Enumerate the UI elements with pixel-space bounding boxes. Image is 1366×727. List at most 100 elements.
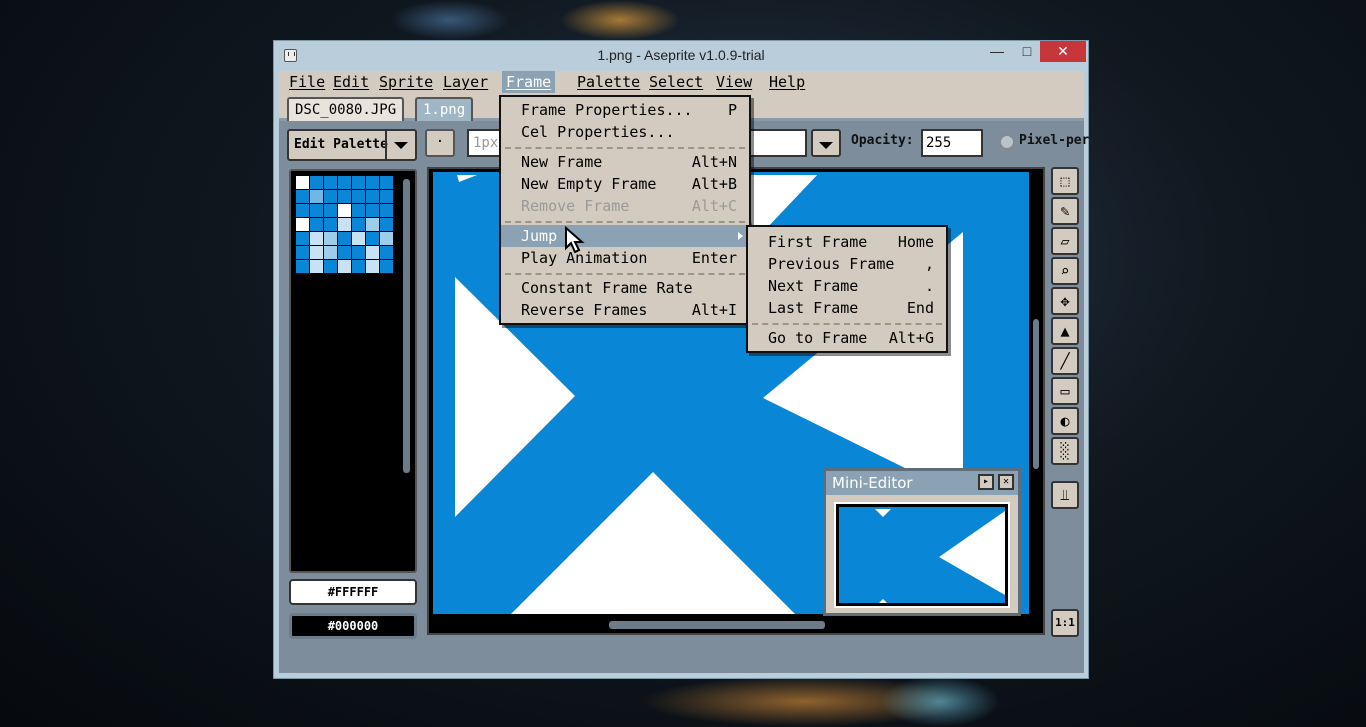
palette-swatch[interactable] [380, 176, 393, 189]
menu-sprite[interactable]: Sprite [375, 71, 437, 93]
palette-swatch[interactable] [366, 190, 379, 203]
pencil-tool-icon[interactable]: ✎ [1051, 197, 1079, 225]
menu-layer[interactable]: Layer [439, 71, 492, 93]
rectangle-tool-icon[interactable]: ▭ [1051, 377, 1079, 405]
palette-swatch[interactable] [338, 232, 351, 245]
edit-palette-button[interactable]: Edit Palette [287, 129, 417, 161]
palette-swatch[interactable] [338, 260, 351, 273]
pixel-perfect-checkbox[interactable] [999, 134, 1015, 150]
palette-scrollbar[interactable] [403, 179, 410, 473]
palette-swatch[interactable] [380, 218, 393, 231]
maximize-button[interactable]: □ [1014, 41, 1040, 62]
palette-swatch[interactable] [310, 204, 323, 217]
palette-swatch[interactable] [310, 232, 323, 245]
menu-item-go-to-frame[interactable]: Go to Frame Alt+G [748, 327, 946, 349]
title-bar[interactable]: 1.png - Aseprite v1.0.9-trial — □ ✕ [274, 41, 1088, 71]
menu-item-next-frame[interactable]: Next Frame . [748, 275, 946, 297]
menu-help[interactable]: Help [765, 71, 809, 93]
menu-select[interactable]: Select [645, 71, 707, 93]
menu-item-last-frame[interactable]: Last Frame End [748, 297, 946, 319]
menu-item-first-frame[interactable]: First Frame Home [748, 231, 946, 253]
palette-swatch[interactable] [380, 260, 393, 273]
palette-swatch[interactable] [324, 204, 337, 217]
mini-editor-preview[interactable] [834, 502, 1010, 608]
palette-swatch[interactable] [324, 218, 337, 231]
minimize-button[interactable]: — [980, 41, 1014, 62]
brush-dropdown-button[interactable] [811, 129, 841, 157]
palette-swatch[interactable] [366, 246, 379, 259]
menu-frame[interactable]: Frame [502, 71, 556, 93]
mini-editor-play-button[interactable]: ▸ [978, 474, 994, 490]
palette-swatch[interactable] [324, 176, 337, 189]
menu-file[interactable]: File [285, 71, 329, 93]
menu-item-constant-frame-rate[interactable]: Constant Frame Rate [501, 277, 749, 299]
palette-swatch[interactable] [296, 176, 309, 189]
palette-swatch[interactable] [352, 218, 365, 231]
brush-type-button[interactable]: · [425, 129, 455, 157]
palette-swatch[interactable] [352, 232, 365, 245]
zoom-reset-button[interactable]: 1:1 [1051, 609, 1079, 637]
palette-swatch[interactable] [296, 246, 309, 259]
palette-swatch[interactable] [296, 190, 309, 203]
palette-swatch[interactable] [352, 190, 365, 203]
spray-tool-icon[interactable]: ░ [1051, 437, 1079, 465]
menu-item-new-frame[interactable]: New Frame Alt+N [501, 151, 749, 173]
palette-swatch[interactable] [338, 246, 351, 259]
palette-swatch[interactable] [310, 218, 323, 231]
ellipse-tool-icon[interactable]: ◐ [1051, 407, 1079, 435]
menu-item-cel-properties[interactable]: Cel Properties... [501, 121, 749, 143]
palette-swatch[interactable] [352, 260, 365, 273]
close-button[interactable]: ✕ [1040, 41, 1086, 62]
mini-editor-close-button[interactable]: ✕ [998, 474, 1014, 490]
palette-swatch[interactable] [338, 218, 351, 231]
palette-swatch[interactable] [324, 246, 337, 259]
palette-swatch[interactable] [352, 176, 365, 189]
tab-1-png[interactable]: 1.png [415, 97, 474, 121]
palette-swatch[interactable] [366, 176, 379, 189]
palette-swatch[interactable] [310, 260, 323, 273]
menu-item-frame-properties[interactable]: Frame Properties... P [501, 99, 749, 121]
move-tool-icon[interactable]: ✥ [1051, 287, 1079, 315]
palette-swatch[interactable] [310, 246, 323, 259]
palette-swatch[interactable] [380, 246, 393, 259]
palette-swatch[interactable] [296, 218, 309, 231]
menu-item-new-empty-frame[interactable]: New Empty Frame Alt+B [501, 173, 749, 195]
background-color-button[interactable]: #000000 [289, 613, 417, 639]
palette-swatch[interactable] [366, 232, 379, 245]
palette-swatch[interactable] [324, 232, 337, 245]
tool-configuration-icon[interactable]: ⫫ [1051, 481, 1079, 509]
foreground-color-button[interactable]: #FFFFFF [289, 579, 417, 605]
tab-dsc-0080[interactable]: DSC_0080.JPG [287, 97, 405, 121]
menu-view[interactable]: View [712, 71, 756, 93]
menu-item-previous-frame[interactable]: Previous Frame , [748, 253, 946, 275]
palette-swatch[interactable] [310, 190, 323, 203]
palette-swatch[interactable] [380, 204, 393, 217]
marquee-tool-icon[interactable]: ⬚ [1051, 167, 1079, 195]
palette-swatch[interactable] [380, 232, 393, 245]
palette-swatch[interactable] [338, 190, 351, 203]
palette-swatch[interactable] [366, 260, 379, 273]
menu-item-play-animation[interactable]: Play Animation Enter [501, 247, 749, 269]
palette-swatch[interactable] [296, 260, 309, 273]
palette-swatch[interactable] [366, 204, 379, 217]
palette-swatch[interactable] [338, 176, 351, 189]
palette-swatch[interactable] [338, 204, 351, 217]
menu-item-reverse-frames[interactable]: Reverse Frames Alt+I [501, 299, 749, 321]
menu-palette[interactable]: Palette [573, 71, 644, 93]
palette-swatch[interactable] [352, 204, 365, 217]
palette-swatch[interactable] [352, 246, 365, 259]
opacity-input[interactable]: 255 [921, 129, 983, 157]
palette-swatch[interactable] [366, 218, 379, 231]
line-tool-icon[interactable]: ╱ [1051, 347, 1079, 375]
canvas-horizontal-scrollbar[interactable] [609, 621, 825, 629]
menu-item-jump[interactable]: Jump [501, 225, 749, 247]
palette-swatch[interactable] [296, 204, 309, 217]
palette-swatch[interactable] [380, 190, 393, 203]
menu-edit[interactable]: Edit [329, 71, 373, 93]
palette-options-dropdown[interactable] [385, 131, 415, 159]
palette-swatch[interactable] [310, 176, 323, 189]
palette-swatch[interactable] [324, 190, 337, 203]
paint-bucket-tool-icon[interactable]: ▲ [1051, 317, 1079, 345]
zoom-tool-icon[interactable]: ⌕ [1051, 257, 1079, 285]
eraser-tool-icon[interactable]: ▱ [1051, 227, 1079, 255]
